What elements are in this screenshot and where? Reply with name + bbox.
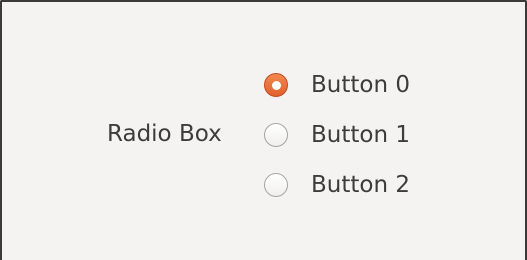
radio-unselected-icon[interactable] (264, 173, 288, 197)
radio-selected-icon[interactable] (264, 73, 288, 97)
radio-unselected-icon[interactable] (264, 123, 288, 147)
radio-button-2[interactable]: Button 2 (264, 169, 410, 201)
radio-dot-icon (271, 80, 281, 90)
radio-box-label: Radio Box (107, 121, 222, 147)
radio-button-0[interactable]: Button 0 (264, 69, 410, 101)
radio-button-1-label[interactable]: Button 1 (311, 120, 410, 150)
radio-box-panel: Radio Box Button 0 Button 1 Button 2 (0, 0, 527, 260)
radio-button-0-label[interactable]: Button 0 (311, 70, 410, 100)
radio-button-1[interactable]: Button 1 (264, 119, 410, 151)
radio-button-2-label[interactable]: Button 2 (311, 170, 410, 200)
